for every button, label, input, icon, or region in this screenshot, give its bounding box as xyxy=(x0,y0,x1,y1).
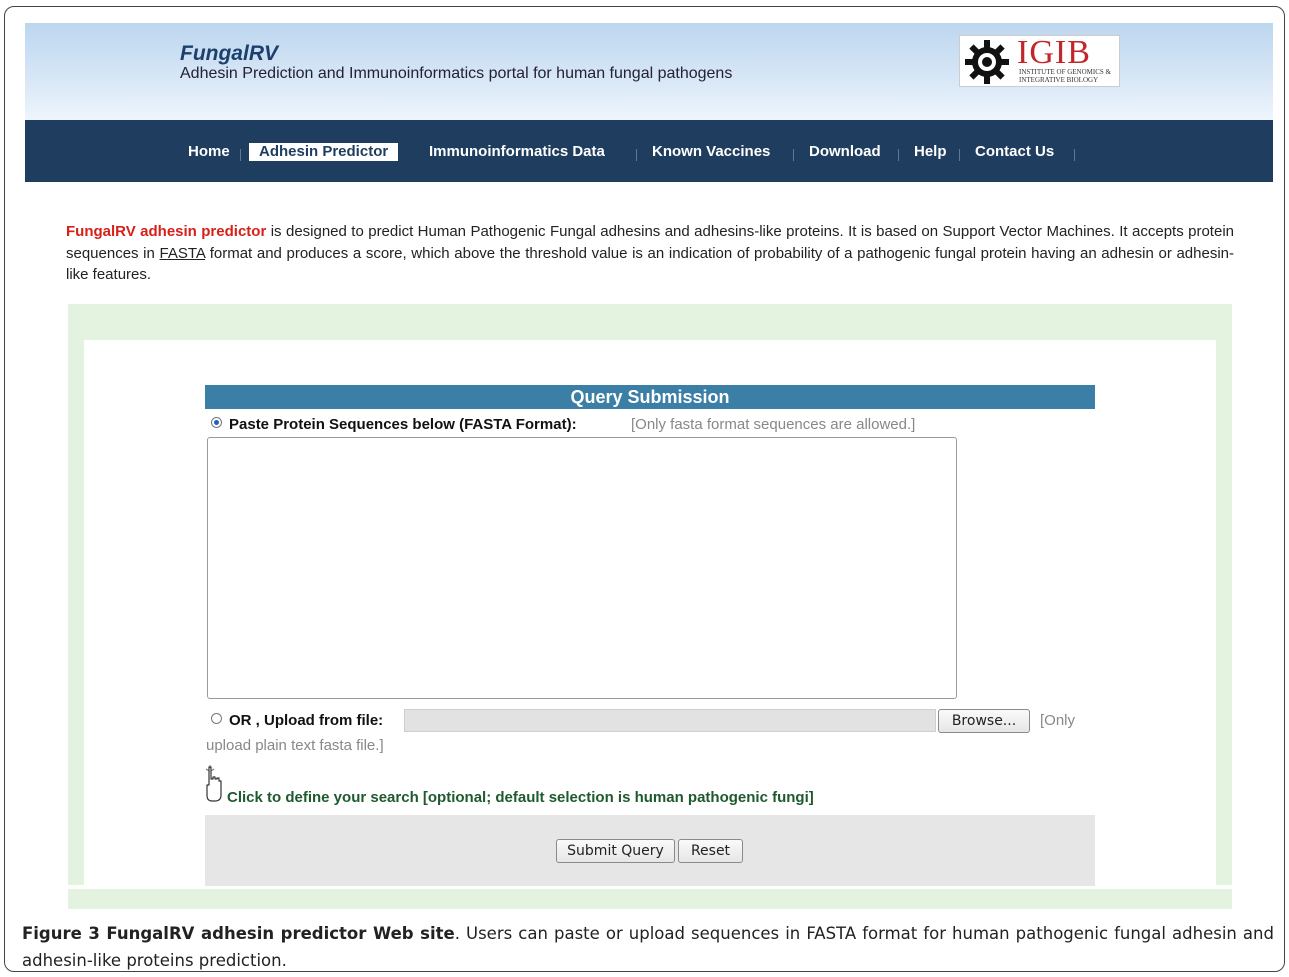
submit-query-button[interactable]: Submit Query xyxy=(556,839,675,863)
intro-highlight: FungalRV adhesin predictor xyxy=(66,223,267,240)
nav-download[interactable]: Download xyxy=(809,142,881,162)
nav-separator xyxy=(636,149,637,161)
nav-home[interactable]: Home xyxy=(188,142,230,162)
hand-pointer-icon[interactable] xyxy=(206,765,226,805)
browse-button[interactable]: Browse... xyxy=(938,709,1030,733)
reset-button[interactable]: Reset xyxy=(678,839,743,863)
fasta-link[interactable]: FASTA xyxy=(160,245,206,262)
nav-separator xyxy=(959,149,960,161)
intro-text-2: format and produces a score, which above… xyxy=(66,244,1234,284)
upload-file-radio[interactable] xyxy=(211,713,222,724)
upload-note-start: [Only xyxy=(1040,712,1076,729)
paste-sequences-label: Paste Protein Sequences below (FASTA For… xyxy=(229,416,577,433)
sequence-input[interactable] xyxy=(207,437,957,699)
logo-text: IGIB xyxy=(1017,34,1091,71)
paste-sequences-note: [Only fasta format sequences are allowed… xyxy=(631,416,916,433)
nav-separator xyxy=(1074,149,1075,161)
paste-sequences-radio[interactable] xyxy=(211,417,222,428)
form-panel-footer xyxy=(68,889,1232,909)
figure-caption: Figure 3 FungalRV adhesin predictor Web … xyxy=(22,920,1274,974)
gear-icon xyxy=(965,40,1009,84)
figure-label: Figure 3 FungalRV adhesin predictor Web … xyxy=(22,924,455,943)
define-search-link[interactable]: Click to define your search [optional; d… xyxy=(227,789,814,806)
nav-immunoinformatics-data[interactable]: Immunoinformatics Data xyxy=(429,142,605,162)
browser-page: FungalRV Adhesin Prediction and Immunoin… xyxy=(25,23,1273,915)
query-submission-header: Query Submission xyxy=(205,385,1095,409)
site-header: FungalRV Adhesin Prediction and Immunoin… xyxy=(25,23,1273,120)
upload-file-label: OR , Upload from file: xyxy=(229,712,384,729)
file-path-field[interactable] xyxy=(404,709,936,732)
intro-paragraph: FungalRV adhesin predictor is designed t… xyxy=(66,221,1234,286)
upload-note-end: upload plain text fasta file.] xyxy=(206,737,384,754)
main-navbar: Home Adhesin Predictor Immunoinformatics… xyxy=(25,120,1273,182)
nav-help[interactable]: Help xyxy=(914,142,947,162)
logo-subtext: INSTITUTE OF GENOMICS & INTEGRATIVE BIOL… xyxy=(1019,68,1111,84)
nav-separator xyxy=(793,149,794,161)
igib-logo[interactable]: IGIB INSTITUTE OF GENOMICS & INTEGRATIVE… xyxy=(959,34,1120,87)
nav-separator xyxy=(240,149,241,161)
site-title: FungalRV xyxy=(180,42,278,65)
nav-contact-us[interactable]: Contact Us xyxy=(975,142,1054,162)
nav-separator xyxy=(898,149,899,161)
nav-known-vaccines[interactable]: Known Vaccines xyxy=(652,142,770,162)
nav-adhesin-predictor[interactable]: Adhesin Predictor xyxy=(249,143,399,161)
site-subtitle: Adhesin Prediction and Immunoinformatics… xyxy=(180,65,733,82)
